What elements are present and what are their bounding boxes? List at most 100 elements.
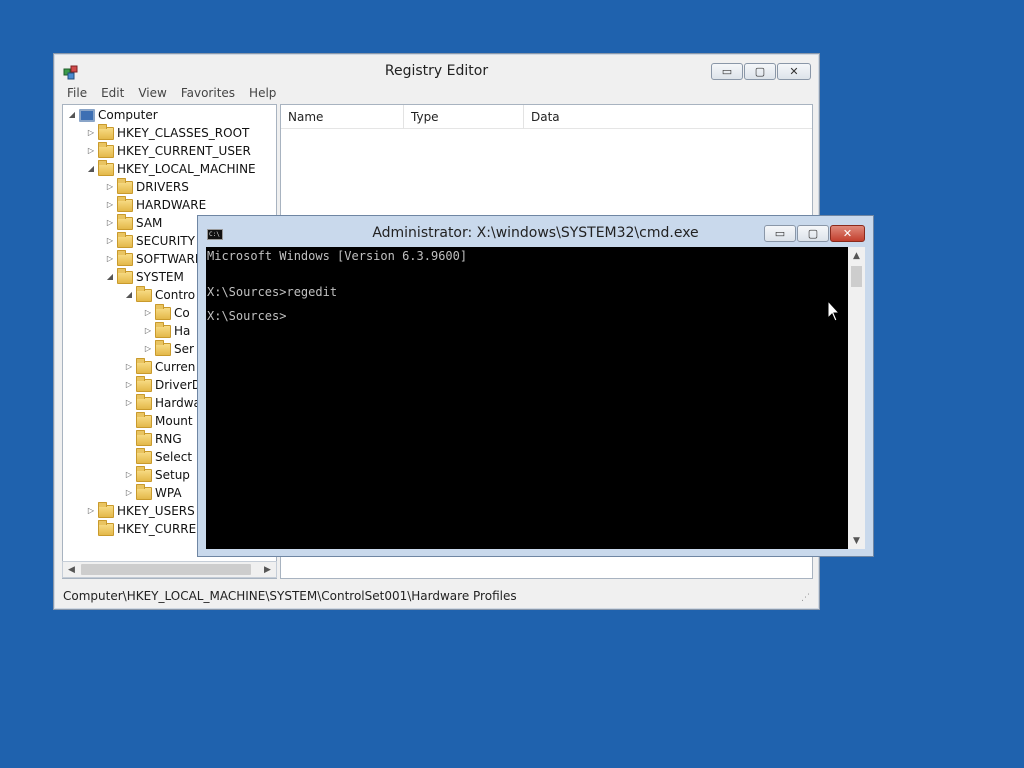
tree-node-label: SOFTWARE xyxy=(136,252,203,266)
cmd-maximize-button[interactable]: ▢ xyxy=(797,225,829,242)
tree-node[interactable]: ◢ SYSTEM xyxy=(105,267,184,286)
menu-help[interactable]: Help xyxy=(242,84,283,102)
expanded-arrow-icon[interactable]: ◢ xyxy=(105,268,115,286)
scroll-right-icon[interactable]: ▶ xyxy=(259,562,276,577)
tree-node[interactable]: ◢ Contro xyxy=(124,285,196,304)
tree-node[interactable]: ▷ Hardwa xyxy=(124,393,201,412)
console-line: X:\Sources>regedit xyxy=(207,285,338,299)
tree-horizontal-scrollbar[interactable]: ◀ ▶ xyxy=(62,561,277,578)
tree-node[interactable]: Mount xyxy=(124,411,193,430)
scroll-thumb[interactable] xyxy=(851,266,862,287)
tree-node[interactable]: ▷ HARDWARE xyxy=(105,195,207,214)
tree-node-label: Ha xyxy=(174,324,191,338)
scroll-up-icon[interactable]: ▲ xyxy=(848,247,865,264)
tree-node[interactable]: ▷ DriverD xyxy=(124,375,202,394)
console-vertical-scrollbar[interactable]: ▲ ▼ xyxy=(848,247,865,549)
collapsed-arrow-icon[interactable]: ▷ xyxy=(124,466,134,484)
tree-node[interactable]: ▷ SOFTWARE xyxy=(105,249,203,268)
mouse-pointer-icon xyxy=(827,300,841,322)
folder-icon xyxy=(136,285,152,302)
menu-favorites[interactable]: Favorites xyxy=(174,84,242,102)
collapsed-arrow-icon[interactable]: ▷ xyxy=(105,250,115,268)
scroll-thumb[interactable] xyxy=(81,564,251,575)
tree-node-label: HKEY_CURREN xyxy=(117,522,206,536)
folder-icon xyxy=(136,465,152,482)
registry-editor-title: Registry Editor xyxy=(384,63,489,79)
expanded-arrow-icon[interactable]: ◢ xyxy=(67,106,77,124)
tree-node-label: Curren xyxy=(155,360,196,374)
tree-node-label: DRIVERS xyxy=(136,180,189,194)
collapsed-arrow-icon[interactable]: ▷ xyxy=(124,394,134,412)
tree-node[interactable]: ◢ Computer xyxy=(67,106,158,124)
column-header-name[interactable]: Name xyxy=(281,105,404,129)
cmd-close-button[interactable]: ✕ xyxy=(830,225,865,242)
tree-node[interactable]: Select xyxy=(124,447,192,466)
cmd-window[interactable]: C:\ Administrator: X:\windows\SYSTEM32\c… xyxy=(197,215,874,557)
scroll-left-icon[interactable]: ◀ xyxy=(63,562,80,577)
tree-node[interactable]: ▷ SAM xyxy=(105,213,163,232)
tree-node-label: HKEY_CLASSES_ROOT xyxy=(117,126,250,140)
folder-icon xyxy=(117,249,133,266)
tree-node[interactable]: ▷ Ser xyxy=(143,339,194,358)
collapsed-arrow-icon[interactable]: ▷ xyxy=(105,178,115,196)
minimize-icon: ▭ xyxy=(774,227,786,240)
close-button[interactable]: ✕ xyxy=(777,63,811,80)
folder-icon xyxy=(136,429,152,446)
collapsed-arrow-icon[interactable]: ▷ xyxy=(105,214,115,232)
column-header-data[interactable]: Data xyxy=(524,105,814,129)
tree-node-label: DriverD xyxy=(155,378,202,392)
folder-icon xyxy=(136,447,152,464)
scroll-down-icon[interactable]: ▼ xyxy=(848,532,865,549)
registry-editor-titlebar[interactable]: Registry Editor ▭ ▢ ✕ xyxy=(54,54,819,86)
tree-node-label: Contro xyxy=(155,288,196,302)
tree-node[interactable]: ▷ HKEY_CLASSES_ROOT xyxy=(86,123,250,142)
expanded-arrow-icon[interactable]: ◢ xyxy=(86,160,96,178)
tree-node[interactable]: ▷ WPA xyxy=(124,483,182,502)
tree-node-label: SECURITY xyxy=(136,234,195,248)
collapsed-arrow-icon[interactable]: ▷ xyxy=(86,124,96,142)
folder-icon xyxy=(117,213,133,230)
tree-node[interactable]: ▷ Curren xyxy=(124,357,196,376)
collapsed-arrow-icon[interactable]: ▷ xyxy=(105,232,115,250)
tree-node[interactable]: ▷ HKEY_CURRENT_USER xyxy=(86,141,251,160)
menu-view[interactable]: View xyxy=(131,84,173,102)
cmd-minimize-button[interactable]: ▭ xyxy=(764,225,796,242)
maximize-button[interactable]: ▢ xyxy=(744,63,776,80)
collapsed-arrow-icon[interactable]: ▷ xyxy=(105,196,115,214)
list-header: Name Type Data xyxy=(281,105,812,129)
collapsed-arrow-icon[interactable]: ▷ xyxy=(124,484,134,502)
maximize-icon: ▢ xyxy=(754,65,766,78)
collapsed-arrow-icon[interactable]: ▷ xyxy=(86,502,96,520)
tree-node-label: HARDWARE xyxy=(136,198,207,212)
expanded-arrow-icon[interactable]: ◢ xyxy=(124,286,134,304)
tree-node[interactable]: ▷ Ha xyxy=(143,321,191,340)
tree-node[interactable]: ▷ DRIVERS xyxy=(105,177,189,196)
tree-node[interactable]: ▷ HKEY_USERS xyxy=(86,501,195,520)
tree-node[interactable]: RNG xyxy=(124,429,182,448)
resize-grip-icon[interactable]: ⋰ xyxy=(801,593,811,603)
console-output[interactable]: Microsoft Windows [Version 6.3.9600] X:\… xyxy=(206,247,848,549)
menu-edit[interactable]: Edit xyxy=(94,84,131,102)
tree-node[interactable]: ▷ Co xyxy=(143,303,190,322)
minimize-button[interactable]: ▭ xyxy=(711,63,743,80)
tree-node[interactable]: ▷ SECURITY xyxy=(105,231,195,250)
collapsed-arrow-icon[interactable]: ▷ xyxy=(124,358,134,376)
menu-file[interactable]: File xyxy=(60,84,94,102)
collapsed-arrow-icon[interactable]: ▷ xyxy=(86,142,96,160)
folder-icon xyxy=(155,321,171,338)
column-header-type[interactable]: Type xyxy=(404,105,524,129)
collapsed-arrow-icon[interactable]: ▷ xyxy=(124,376,134,394)
cmd-titlebar[interactable]: C:\ Administrator: X:\windows\SYSTEM32\c… xyxy=(198,216,873,247)
status-bar-path: Computer\HKEY_LOCAL_MACHINE\SYSTEM\Contr… xyxy=(63,589,517,603)
collapsed-arrow-icon[interactable]: ▷ xyxy=(143,304,153,322)
close-icon: ✕ xyxy=(789,65,799,78)
tree-node[interactable]: ◢ HKEY_LOCAL_MACHINE xyxy=(86,159,256,178)
computer-icon xyxy=(79,108,95,122)
collapsed-arrow-icon[interactable]: ▷ xyxy=(143,322,153,340)
tree-node[interactable]: HKEY_CURREN xyxy=(86,519,206,538)
tree-node-label: SAM xyxy=(136,216,163,230)
tree-node-label: Co xyxy=(174,306,190,320)
folder-icon xyxy=(136,375,152,392)
collapsed-arrow-icon[interactable]: ▷ xyxy=(143,340,153,358)
tree-node[interactable]: ▷ Setup xyxy=(124,465,190,484)
